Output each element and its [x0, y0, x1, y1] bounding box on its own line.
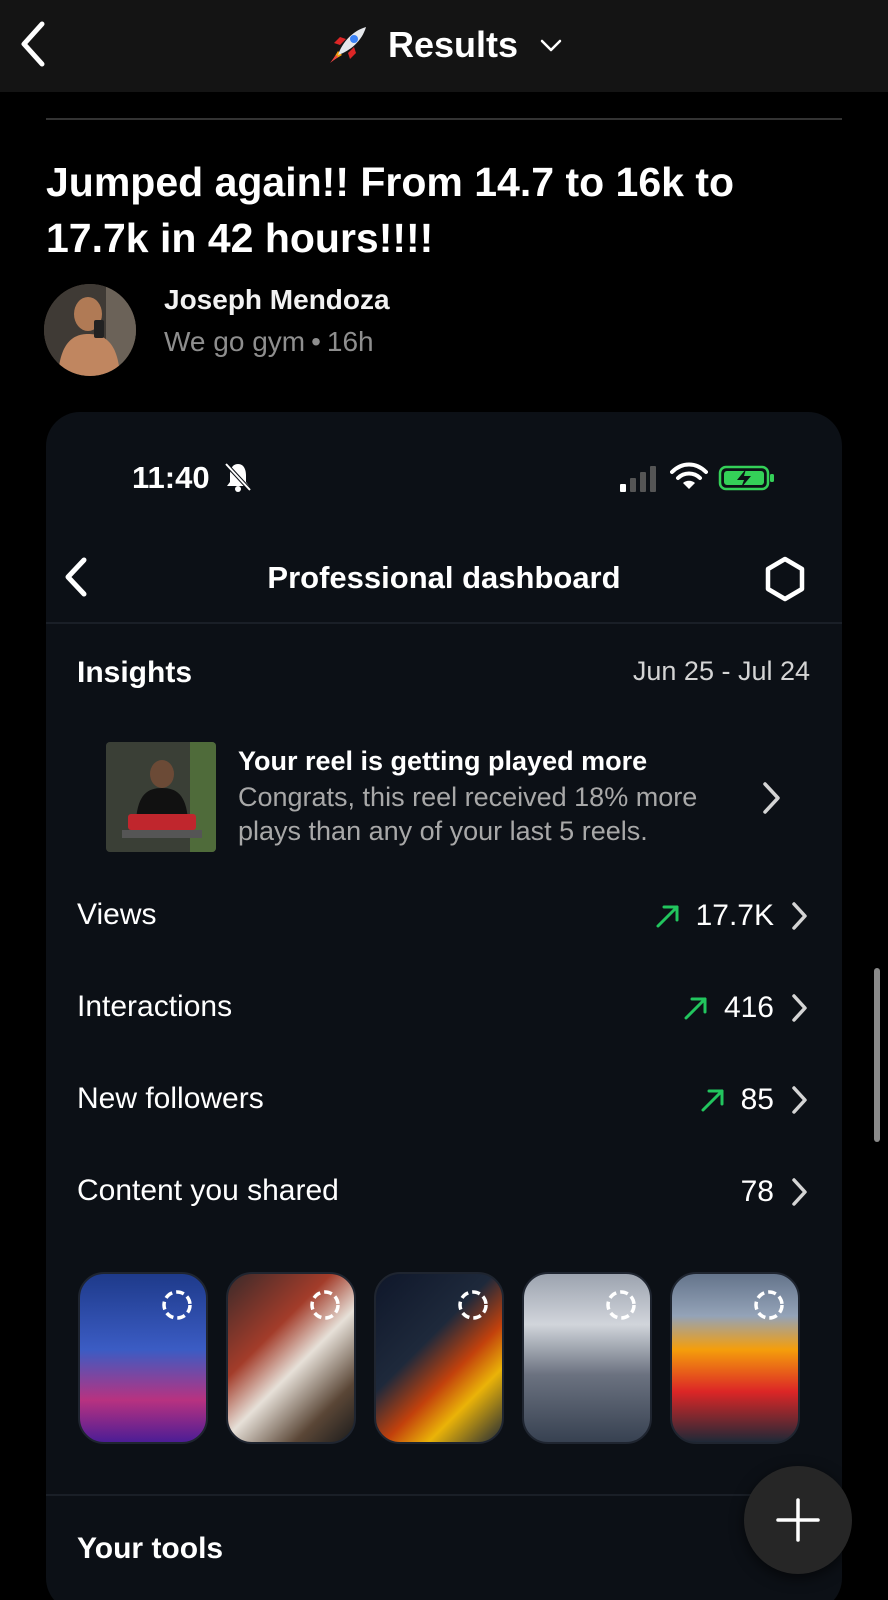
wifi-icon [670, 462, 708, 489]
content-thumbnail[interactable] [226, 1272, 356, 1444]
content-thumbnail[interactable] [374, 1272, 504, 1444]
cellular-signal-icon [620, 466, 656, 492]
chevron-right-icon [792, 1178, 807, 1206]
header-title-dropdown[interactable]: Results [0, 14, 888, 76]
dashboard-title: Professional dashboard [267, 560, 621, 595]
shared-content-thumbnails [78, 1272, 808, 1446]
create-post-button[interactable] [744, 1466, 852, 1574]
avatar[interactable] [44, 284, 136, 376]
divider [46, 1494, 842, 1496]
metric-label: New followers [77, 1082, 264, 1115]
metric-row-interactions[interactable]: Interactions 416 [46, 978, 842, 1038]
metric-value: 416 [723, 991, 774, 1024]
battery-charging-icon [718, 465, 774, 491]
divider [46, 622, 842, 624]
settings-icon[interactable] [762, 556, 808, 602]
reel-thumbnail-image [106, 742, 216, 852]
chevron-right-icon [792, 1086, 807, 1114]
chevron-right-icon [792, 994, 807, 1022]
avatar-image [44, 284, 136, 376]
plus-icon [776, 1498, 820, 1542]
post-meta: We go gym • 16h [164, 326, 374, 358]
app-header: Results [0, 0, 888, 92]
metric-row-views[interactable]: Views 17.7K [46, 886, 842, 946]
loading-spinner-icon [162, 1290, 192, 1320]
reel-body: Congrats, this reel received 18% more pl… [238, 782, 698, 846]
metric-value-group: 78 [741, 1170, 810, 1214]
loading-spinner-icon [458, 1290, 488, 1320]
reel-insight-card[interactable]: Your reel is getting played more Congrat… [106, 742, 806, 858]
header-title: Results [387, 24, 519, 65]
loading-spinner-icon [606, 1290, 636, 1320]
metric-label: Views [77, 898, 157, 931]
group-name[interactable]: We go gym [164, 326, 305, 357]
bell-muted-icon [224, 462, 252, 492]
loading-spinner-icon [310, 1290, 340, 1320]
content-thumbnail[interactable] [78, 1272, 208, 1444]
content-thumbnail[interactable] [670, 1272, 800, 1444]
metric-value: 78 [740, 1175, 774, 1208]
post-title: Jumped again!! From 14.7 to 16k to 17.7k… [46, 159, 735, 261]
author-name[interactable]: Joseph Mendoza [164, 284, 390, 316]
metric-value-group: 416 [682, 986, 810, 1030]
metric-value-group: 85 [699, 1078, 810, 1122]
content-thumbnail[interactable] [522, 1272, 652, 1444]
scrollbar[interactable] [874, 968, 880, 1142]
post-age: 16h [326, 326, 374, 357]
loading-spinner-icon [754, 1290, 784, 1320]
metric-label: Interactions [77, 990, 233, 1023]
metric-row-content-shared[interactable]: Content you shared 78 [46, 1162, 842, 1222]
divider [46, 118, 842, 120]
metric-value: 17.7K [695, 899, 774, 932]
tools-heading: Your tools [77, 1532, 224, 1565]
insights-heading: Insights [77, 656, 193, 689]
chevron-right-icon [763, 782, 780, 814]
chevron-right-icon [792, 902, 807, 930]
post-image[interactable]: 11:40 Professional dashboard Insights Ju… [46, 412, 842, 1600]
metric-value-group: 17.7K [654, 894, 810, 938]
reel-headline: Your reel is getting played more [238, 746, 648, 776]
trend-up-arrow-icon [684, 997, 707, 1020]
date-range[interactable]: Jun 25 - Jul 24 [633, 656, 810, 687]
rocket-icon [329, 27, 366, 63]
trend-up-arrow-icon [656, 905, 679, 928]
trend-up-arrow-icon [701, 1089, 724, 1112]
metric-value: 85 [740, 1083, 774, 1116]
chevron-down-icon [540, 39, 562, 52]
reel-thumbnail [106, 742, 216, 852]
metric-label: Content you shared [77, 1174, 339, 1207]
metric-row-new-followers[interactable]: New followers 85 [46, 1070, 842, 1130]
status-time: 11:40 [132, 460, 210, 495]
meta-separator: • [311, 326, 321, 357]
